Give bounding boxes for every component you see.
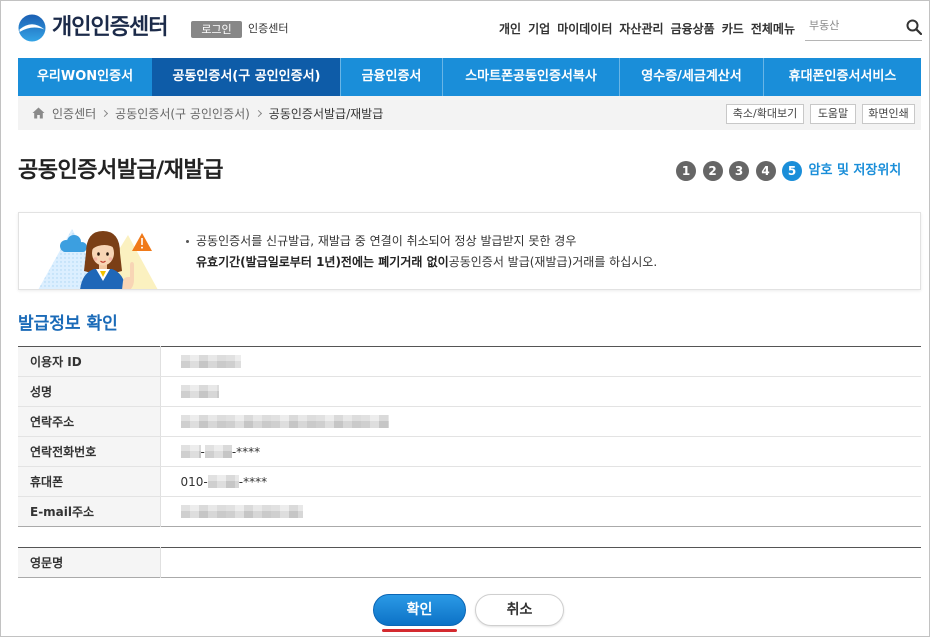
- top-link-card[interactable]: 카드: [722, 21, 744, 37]
- info-label: 연락주소: [18, 406, 161, 437]
- tab-financial-cert[interactable]: 금융인증서: [340, 58, 442, 96]
- main-nav: 우리WON인증서 공동인증서(구 공인인증서) 금융인증서 스마트폰공동인증서복…: [18, 58, 921, 96]
- info-label: 성명: [18, 376, 161, 407]
- tab-woori-won-cert[interactable]: 우리WON인증서: [18, 58, 152, 96]
- info-row-email: E-mail주소: [18, 496, 921, 527]
- current-step-label: 암호 및 저장위치: [808, 163, 902, 178]
- woori-logo-icon: [18, 14, 46, 42]
- step-indicator: 1 2 3 4 5 암호 및 저장위치: [676, 161, 901, 181]
- help-button[interactable]: 도움말: [810, 104, 856, 124]
- highlight-underline: [382, 629, 457, 632]
- confirm-button[interactable]: 확인: [373, 594, 466, 626]
- notice-box: 공동인증서를 신규발급, 재발급 중 연결이 취소되어 정상 발급받지 못한 경…: [18, 212, 921, 290]
- site-label: 인증센터: [248, 22, 289, 35]
- english-name-value: [160, 548, 921, 578]
- top-link-products[interactable]: 금융상품: [671, 21, 715, 37]
- info-row-user-id: 이용자 ID: [18, 346, 921, 377]
- notice-line-2: 유효기간(발급일로부터 1년)전에는 폐기거래 없이공동인증서 발급(재발급)거…: [196, 252, 657, 273]
- info-label: 휴대폰: [18, 466, 161, 497]
- breadcrumb-current: 공동인증서발급/재발급: [268, 106, 384, 121]
- top-link-asset[interactable]: 자산관리: [619, 21, 663, 37]
- chevron-right-icon: [101, 109, 109, 117]
- masked-value: [180, 414, 389, 428]
- zoom-toggle-button[interactable]: 축소/확대보기: [726, 104, 804, 124]
- logo-text: 개인인증센터: [52, 15, 168, 40]
- phone-suffix: -****: [231, 444, 261, 459]
- mobile-suffix: -****: [238, 474, 268, 489]
- step-badge: 5: [782, 161, 802, 181]
- info-value: [160, 346, 921, 377]
- notice-text: 공동인증서를 신규발급, 재발급 중 연결이 취소되어 정상 발급받지 못한 경…: [185, 231, 657, 273]
- masked-value: [180, 504, 303, 518]
- info-label: 영문명: [18, 547, 161, 578]
- info-value: [160, 406, 921, 437]
- masked-value: [180, 354, 241, 368]
- notice-line-2-rest: 공동인증서 발급(재발급)거래를 하십시오.: [448, 255, 658, 269]
- info-value: - -****: [160, 436, 921, 467]
- chevron-right-icon: [254, 109, 262, 117]
- logo-link[interactable]: 개인인증센터: [18, 14, 168, 42]
- search-input[interactable]: [805, 15, 901, 35]
- print-button[interactable]: 화면인쇄: [862, 104, 915, 124]
- info-row-phone: 연락전화번호 - -****: [18, 436, 921, 467]
- tab-joint-cert[interactable]: 공동인증서(구 공인인증서): [152, 58, 340, 96]
- english-name-table: 영문명: [18, 547, 921, 578]
- breadcrumb-item[interactable]: 인증센터: [52, 105, 96, 122]
- top-link-business[interactable]: 기업: [528, 21, 550, 37]
- info-value: [160, 376, 921, 407]
- breadcrumb-item[interactable]: 공동인증서(구 공인인증서): [115, 105, 250, 122]
- info-label: 이용자 ID: [18, 346, 161, 377]
- cancel-button[interactable]: 취소: [475, 594, 564, 626]
- top-utility-nav: 개인 기업 마이데이터 자산관리 금융상품 카드 전체메뉴: [499, 21, 795, 37]
- issue-info-table: 이용자 ID 성명 연락주소 연락전화번호 - -**** 휴대폰 010- -**…: [18, 346, 921, 527]
- tab-receipt-tax-invoice[interactable]: 영수증/세금계산서: [619, 58, 763, 96]
- step-badge: 1: [676, 161, 696, 181]
- info-label: E-mail주소: [18, 496, 161, 527]
- mobile-prefix: 010-: [180, 474, 208, 489]
- breadcrumb-bar: 인증센터 공동인증서(구 공인인증서) 공동인증서발급/재발급 축소/확대보기 …: [18, 96, 921, 130]
- info-value: 010- -****: [160, 466, 921, 497]
- masked-value: [180, 444, 201, 458]
- info-row-address: 연락주소: [18, 406, 921, 437]
- tab-mobile-cert-service[interactable]: 휴대폰인증서서비스: [763, 58, 921, 96]
- home-icon[interactable]: [32, 107, 45, 119]
- search-box: [805, 15, 922, 41]
- top-link-mydata[interactable]: 마이데이터: [557, 21, 612, 37]
- masked-value: [207, 474, 239, 488]
- page-title: 공동인증서발급/재발급: [18, 158, 223, 183]
- bullet-icon: [186, 240, 189, 243]
- guide-woman-illustration: [38, 229, 158, 289]
- info-label: 연락전화번호: [18, 436, 161, 467]
- info-row-mobile: 휴대폰 010- -****: [18, 466, 921, 497]
- notice-line-1: 공동인증서를 신규발급, 재발급 중 연결이 취소되어 정상 발급받지 못한 경…: [196, 234, 577, 248]
- page-tools: 축소/확대보기 도움말 화면인쇄: [726, 104, 915, 124]
- step-badge: 3: [729, 161, 749, 181]
- breadcrumb: 인증센터 공동인증서(구 공인인증서) 공동인증서발급/재발급: [52, 96, 383, 130]
- masked-value: [180, 384, 219, 398]
- masked-value: [204, 444, 232, 458]
- info-row-name: 성명: [18, 376, 921, 407]
- warning-icon: [132, 233, 152, 251]
- info-value: [160, 497, 921, 527]
- step-badge: 2: [702, 161, 723, 181]
- login-button[interactable]: 로그인: [191, 21, 242, 38]
- top-link-personal[interactable]: 개인: [499, 21, 521, 37]
- notice-emphasis: 유효기간(발급일로부터 1년)전에는 폐기거래 없이: [196, 255, 449, 269]
- step-badge: 4: [755, 161, 776, 181]
- tab-smartphone-cert-copy[interactable]: 스마트폰공동인증서복사: [442, 58, 619, 96]
- info-row-english-name: 영문명: [18, 547, 921, 578]
- section-title: 발급정보 확인: [18, 314, 118, 334]
- search-icon[interactable]: [906, 19, 922, 35]
- top-link-all-menu[interactable]: 전체메뉴: [751, 21, 795, 37]
